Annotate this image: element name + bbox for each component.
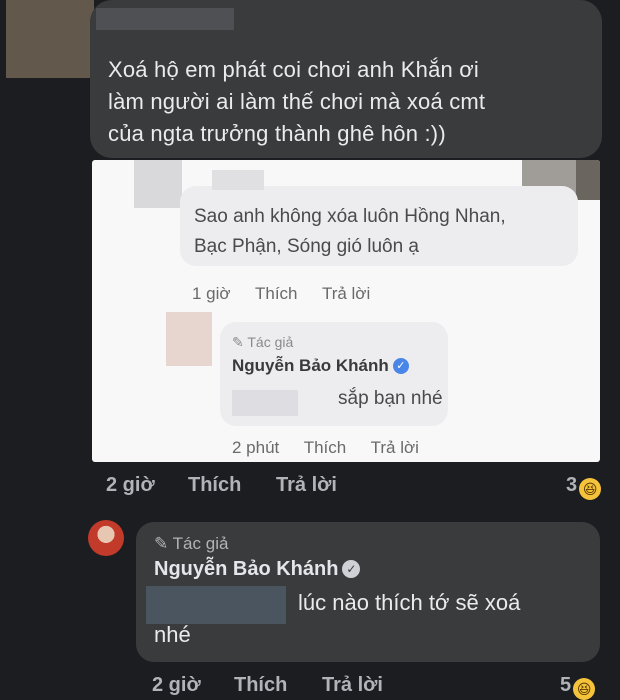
embedded-comment-time: 1 giờ [192, 284, 231, 303]
embedded-comment-line-1: Sao anh không xóa luôn Hồng Nhan, [194, 206, 506, 227]
embedded-reply-actions: 2 phút Thích Trả lời [232, 438, 439, 458]
top-comment-bubble: Xoá hộ em phát coi chơi anh Khắn ơi làm … [90, 0, 602, 158]
embedded-comment-bubble: Sao anh không xóa luôn Hồng Nhan, Bạc Ph… [180, 186, 578, 266]
top-comment-line-2: làm người ai làm thế chơi mà xoá cmt [108, 89, 486, 114]
embedded-comment-actions: 1 giờ Thích Trả lời [192, 284, 390, 304]
author-name-text[interactable]: Nguyễn Bảo Khánh [154, 558, 338, 580]
top-comment-time[interactable]: 2 giờ [106, 474, 155, 497]
blurred-name[interactable] [96, 8, 234, 30]
embedded-reply-reply-link: Trả lời [370, 438, 419, 457]
embedded-reply-bubble: ✎ Tác giả Nguyễn Bảo Khánh ✓ sắp bạn nhé [220, 322, 448, 426]
reaction-summary[interactable]: 3 😆 [566, 474, 602, 500]
author-reply-bubble: ✎ Tác giả Nguyễn Bảo Khánh ✓ lúc nào thíc… [136, 522, 600, 662]
embedded-comment-line-2: Bạc Phận, Sóng gió luôn ạ [194, 236, 420, 257]
embedded-author-badge: ✎ Tác giả [232, 334, 293, 351]
author-reply-text-1: lúc nào thích tớ sẽ xoá [298, 590, 521, 615]
reply-reaction-summary[interactable]: 5 😆 [560, 674, 596, 700]
avatar[interactable] [88, 520, 124, 556]
reply-reaction-count: 5 [560, 674, 572, 696]
reaction-count: 3 [566, 474, 578, 496]
embedded-author-name-text: Nguyễn Bảo Khánh [232, 356, 389, 375]
embedded-reply-link: Trả lời [321, 284, 371, 303]
blurred-avatar [134, 160, 182, 208]
author-name[interactable]: Nguyễn Bảo Khánh ✓ [154, 558, 361, 581]
blurred-avatar[interactable] [6, 0, 94, 78]
blurred-corner [576, 160, 600, 200]
author-badge: ✎ Tác giả [154, 534, 228, 554]
embedded-author-name: Nguyễn Bảo Khánh ✓ [232, 356, 409, 376]
blurred-mention [232, 390, 298, 416]
pencil-icon: ✎ [154, 534, 169, 553]
embedded-reply-time: 2 phút [232, 438, 280, 457]
top-comment-text: Xoá hộ em phát coi chơi anh Khắn ơi làm … [108, 54, 588, 150]
verified-icon: ✓ [392, 358, 409, 374]
embedded-like-link: Thích [254, 284, 298, 303]
embedded-author-label: Tác giả [247, 334, 294, 350]
blurred-avatar [166, 312, 212, 366]
screenshot-image[interactable]: Sao anh không xóa luôn Hồng Nhan, Bạc Ph… [92, 160, 600, 462]
embedded-reply-text: sắp bạn nhé [338, 388, 443, 409]
top-comment-line-3: của ngta trưởng thành ghê hôn :)) [108, 121, 446, 146]
embedded-comment-text: Sao anh không xóa luôn Hồng Nhan, Bạc Ph… [194, 202, 574, 262]
reply-button[interactable]: Trả lời [276, 474, 337, 497]
blurred-mention [146, 586, 286, 624]
like-button[interactable]: Thích [188, 474, 241, 497]
pencil-icon: ✎ [232, 334, 244, 350]
laugh-emoji-icon: 😆 [573, 678, 596, 700]
reply-reply-button[interactable]: Trả lời [322, 674, 383, 697]
reply-time[interactable]: 2 giờ [152, 674, 201, 697]
reply-like-button[interactable]: Thích [234, 674, 287, 697]
author-label: Tác giả [172, 534, 229, 553]
embedded-reply-like-link: Thích [303, 438, 347, 457]
top-comment-line-1: Xoá hộ em phát coi chơi anh Khắn ơi [108, 57, 479, 82]
laugh-emoji-icon: 😆 [579, 478, 602, 500]
blurred-name [212, 170, 264, 190]
author-reply-text-2: nhé [154, 622, 191, 647]
verified-icon: ✓ [342, 560, 361, 578]
